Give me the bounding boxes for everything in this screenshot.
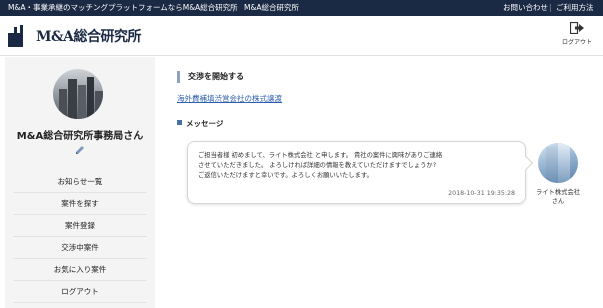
sidebar-item-negotiating[interactable]: 交渉中案件 [13, 237, 147, 259]
sidebar-item-search-deals[interactable]: 案件を探す [13, 193, 147, 215]
logout-label: ログアウト [561, 39, 592, 46]
top-bar: M&A・事業承継のマッチングプラットフォームならM&A総合研究所 | M&A総合… [0, 0, 603, 16]
topbar-separator-2: | [549, 3, 552, 12]
logout-icon [570, 22, 584, 34]
logo-mark-icon [8, 25, 34, 47]
sidebar-menu: お知らせ一覧 案件を探す 案件登録 交渉中案件 お気に入り案件 ログアウト [5, 171, 155, 303]
sidebar-item-logout[interactable]: ログアウト [13, 281, 147, 303]
message-body: ご担当者様 初めまして、ライト株式会社 と申します。 貴社の案件に興味がありご連… [198, 152, 443, 179]
page-title: 交渉を開始する [177, 71, 244, 83]
message-bubble: ご担当者様 初めまして、ライト株式会社 と申します。 貴社の案件に興味がありご連… [187, 141, 534, 204]
site-header: M&A総合研究所 ログアウト [0, 16, 603, 56]
messages-heading-label: メッセージ [186, 119, 224, 128]
logo-text: M&A総合研究所 [36, 29, 142, 45]
sidebar-item-register-deal[interactable]: 案件登録 [13, 215, 147, 237]
sender-name: ライト株式会社 さん [535, 189, 581, 205]
message-timestamp: 2018-10-31 19:35:28 [448, 190, 515, 197]
pencil-icon[interactable] [75, 145, 85, 155]
square-bullet-icon [177, 120, 182, 125]
header-logout-button[interactable]: ログアウト [560, 22, 594, 46]
site-logo[interactable]: M&A総合研究所 [8, 25, 142, 47]
deal-link[interactable]: 海外費補填渋営会社の株式譲渡 [177, 93, 282, 104]
usage-guide-link[interactable]: ご利用方法 [556, 0, 594, 16]
messages-heading: メッセージ [177, 119, 223, 129]
main-content: 交渉を開始する 海外費補填渋営会社の株式譲渡 メッセージ ご担当者様 初めまして… [170, 57, 603, 308]
sender-avatar [538, 143, 578, 183]
user-avatar [53, 69, 103, 119]
topbar-site-name[interactable]: M&A総合研究所 [244, 0, 299, 16]
site-tagline: M&A・事業承継のマッチングプラットフォームならM&A総合研究所 [8, 3, 238, 12]
sidebar-item-notices[interactable]: お知らせ一覧 [13, 171, 147, 193]
sidebar-item-favorites[interactable]: お気に入り案件 [13, 259, 147, 281]
sidebar: M&A総合研究所事務局さん お知らせ一覧 案件を探す 案件登録 交渉中案件 お気… [5, 57, 155, 308]
contact-link[interactable]: お問い合わせ [503, 0, 548, 16]
topbar-separator: | [232, 3, 235, 12]
user-name: M&A総合研究所事務局さん [16, 131, 144, 142]
